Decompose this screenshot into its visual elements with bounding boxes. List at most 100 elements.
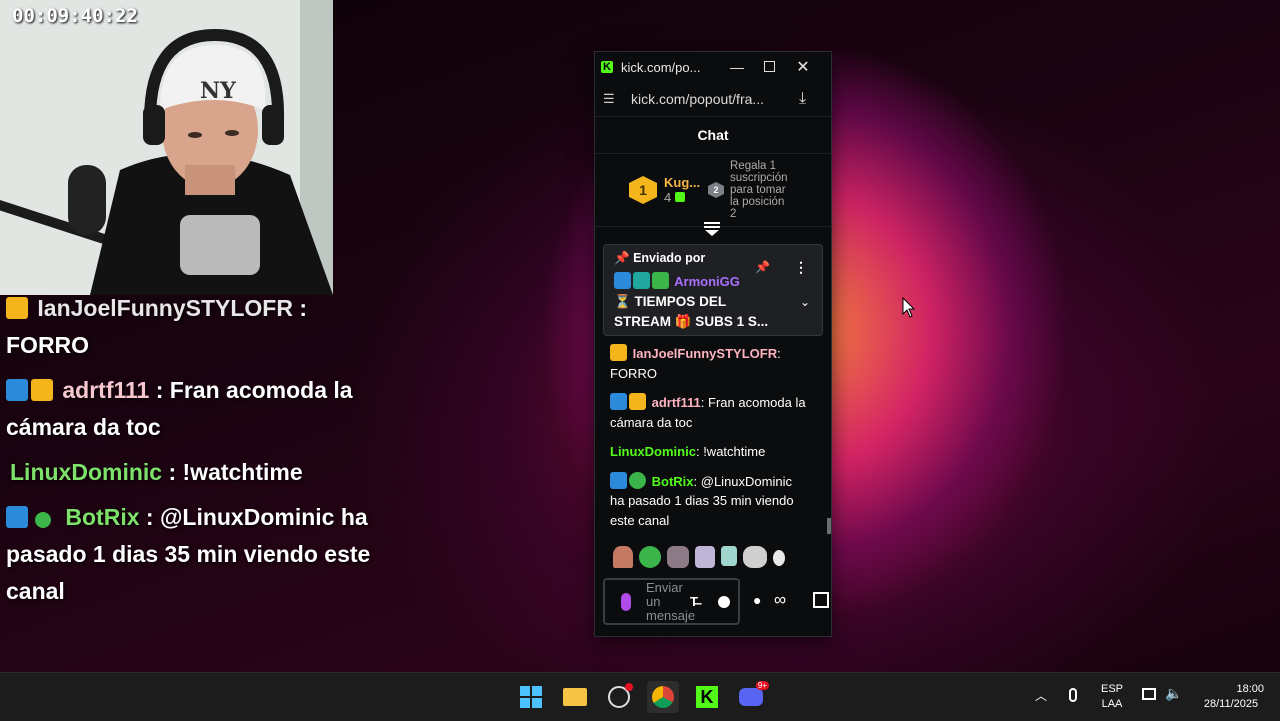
chat-username[interactable]: LinuxDominic xyxy=(610,444,696,459)
rank-1-name[interactable]: Kug... xyxy=(664,175,708,190)
bits-icon[interactable]: ● xyxy=(753,592,771,608)
recording-indicator xyxy=(625,683,633,691)
clock[interactable]: 18:00 28/11/2025 xyxy=(1198,682,1264,712)
kick-icon: K xyxy=(696,686,718,708)
chat-settings-icon[interactable] xyxy=(704,222,720,236)
kick-app-button[interactable]: K xyxy=(691,681,723,713)
crown-badge-icon xyxy=(6,297,28,319)
microphone-icon[interactable] xyxy=(621,592,631,611)
chat-header: Chat xyxy=(595,116,831,154)
emote-icon[interactable] xyxy=(639,546,661,568)
chat-message: BotRix: @LinuxDominic ha pasado 1 dias 3… xyxy=(610,471,794,528)
clock-date: 28/11/2025 xyxy=(1203,698,1259,710)
emote-icon[interactable] xyxy=(613,546,633,568)
moderator-badge-icon xyxy=(6,506,28,528)
emote-icon[interactable] xyxy=(721,546,737,566)
emote-icon[interactable] xyxy=(743,546,767,568)
overlay-text: @LinuxDominic ha pasado 1 dias 35 min vi… xyxy=(6,504,371,604)
chat-scrollbar[interactable] xyxy=(827,518,831,534)
stream-timer: 00:09:40:22 xyxy=(12,5,138,27)
og-badge-icon xyxy=(652,272,669,289)
show-hidden-icons-icon[interactable]: ︿ xyxy=(1035,687,1047,704)
microphone-tray-icon[interactable] xyxy=(1069,688,1077,702)
overlay-username: adrtf111 xyxy=(62,377,150,403)
svg-text:NY: NY xyxy=(200,78,236,104)
emote-icon[interactable] xyxy=(695,546,715,568)
window-title: kick.com/po... xyxy=(621,59,701,75)
verified-badge-icon xyxy=(629,471,646,489)
clock-time: 18:00 xyxy=(1236,683,1264,695)
kick-popout-window: K kick.com/po... — ✕ ☰ kick.com/popout/f… xyxy=(594,51,832,637)
discord-icon xyxy=(739,688,763,706)
maximize-button[interactable] xyxy=(753,60,785,75)
pinned-message[interactable]: 📌 Enviado por ArmoniGG ⏳ TIEMPOS DEL STR… xyxy=(603,244,823,336)
chat-text: !watchtime xyxy=(703,444,766,459)
start-button[interactable] xyxy=(515,681,547,713)
maximize-icon xyxy=(763,60,775,72)
discord-button[interactable]: 9+ xyxy=(735,681,769,713)
moderator-badge-icon xyxy=(610,471,627,489)
overlay-message: BotRix : @LinuxDominic ha pasado 1 dias … xyxy=(6,504,371,604)
crown-badge-icon xyxy=(610,344,627,361)
mouse-cursor-icon xyxy=(902,297,916,318)
overlay-message: LinuxDominic : !watchtime xyxy=(10,459,303,485)
gift-icon xyxy=(674,192,685,202)
volume-icon[interactable]: 🔈 xyxy=(1165,685,1182,702)
stream-chat-overlay: IanJoelFunnySTYLOFR : FORRO adrtf111 : F… xyxy=(6,290,386,618)
unpin-icon[interactable]: 📌 xyxy=(755,260,770,274)
subscriber-badge-icon xyxy=(633,272,650,289)
overlay-username: LinuxDominic xyxy=(10,459,163,485)
overlay-message: adrtf111 : Fran acomoda la cámara da toc xyxy=(6,377,353,440)
rank-1-count: 4 xyxy=(664,190,672,205)
crown-badge-icon xyxy=(629,393,646,410)
pinned-username[interactable]: ArmoniGG xyxy=(674,274,740,289)
chrome-icon xyxy=(652,686,674,708)
chat-title: Chat xyxy=(697,127,729,143)
overlay-username: BotRix xyxy=(65,504,140,530)
webcam-feed: NY 00:09:40:22 xyxy=(0,0,333,295)
windows-logo-icon xyxy=(520,686,542,708)
streamer-webcam-image: NY xyxy=(0,0,333,295)
more-options-icon[interactable]: ⋮ xyxy=(794,259,808,276)
chat-username[interactable]: IanJoelFunnySTYLOFR xyxy=(633,346,777,361)
emote-icon[interactable] xyxy=(773,550,785,566)
emote-icon[interactable] xyxy=(667,546,689,568)
rank-2-hexagon-icon: 2 xyxy=(708,182,724,198)
pinned-text-line2: STREAM 🎁 SUBS 1 S... xyxy=(614,314,769,329)
file-explorer-button[interactable] xyxy=(559,681,591,713)
discord-badge: 9+ xyxy=(755,681,769,690)
network-icon[interactable] xyxy=(1142,688,1156,700)
chrome-button[interactable] xyxy=(647,681,679,713)
chat-message: adrtf111: Fran acomoda la cámara da toc xyxy=(610,393,806,430)
verified-badge-icon xyxy=(35,512,51,528)
download-icon[interactable]: ⤓ xyxy=(799,90,806,108)
address-bar[interactable]: ☰ kick.com/popout/fra... ⤓ xyxy=(595,82,831,116)
rank-2-cta[interactable]: Regala 1 suscripción para tomar la posic… xyxy=(730,160,792,220)
obs-button[interactable] xyxy=(603,681,635,713)
emoji-icon[interactable] xyxy=(717,595,730,608)
kick-logo-icon: K xyxy=(601,61,613,73)
gift-leaderboard: 1 Kug... 4 2 Regala 1 suscripción para t… xyxy=(595,154,831,227)
store-icon[interactable] xyxy=(813,592,829,608)
crown-badge-icon xyxy=(31,379,53,401)
chat-message: IanJoelFunnySTYLOFR: FORRO xyxy=(610,344,781,381)
pinned-label: Enviado por xyxy=(633,251,706,265)
site-settings-icon[interactable]: ☰ xyxy=(603,91,621,107)
overlay-text: !watchtime xyxy=(182,459,303,485)
close-button[interactable]: ✕ xyxy=(785,57,821,77)
overlay-text: Fran acomoda la cámara da toc xyxy=(6,377,353,440)
chevron-down-icon[interactable]: ⌄ xyxy=(800,295,810,309)
chat-input[interactable]: Enviar un mensaje T̶ xyxy=(603,578,740,625)
chat-username[interactable]: adrtf111 xyxy=(652,395,701,410)
text-format-icon[interactable]: T̶ xyxy=(690,594,698,609)
chat-username[interactable]: BotRix xyxy=(652,474,694,489)
moderator-badge-icon xyxy=(610,393,627,410)
input-language[interactable]: ESP LAA xyxy=(1100,682,1124,712)
infinity-icon[interactable]: ∞ xyxy=(774,590,786,610)
minimize-button[interactable]: — xyxy=(721,59,753,75)
chat-message: LinuxDominic: !watchtime xyxy=(610,444,766,459)
window-titlebar[interactable]: K kick.com/po... — ✕ xyxy=(595,52,831,82)
rank-1-hexagon-icon: 1 xyxy=(629,176,657,204)
chat-input-placeholder[interactable]: Enviar un mensaje xyxy=(646,580,695,623)
address-url[interactable]: kick.com/popout/fra... xyxy=(631,91,781,107)
